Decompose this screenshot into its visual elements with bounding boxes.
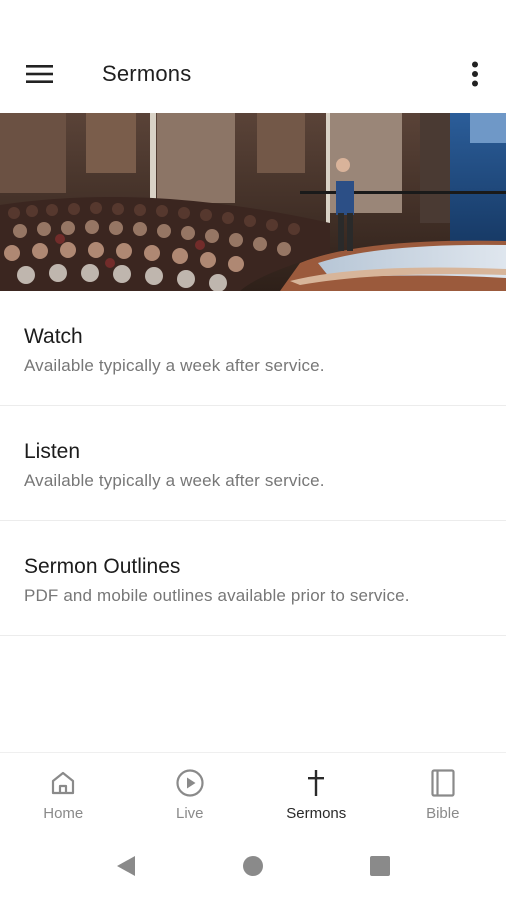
nav-label-bible: Bible bbox=[426, 805, 460, 822]
nav-label-sermons: Sermons bbox=[286, 805, 347, 822]
list-item-title: Listen bbox=[24, 440, 81, 463]
list-item-title: Watch bbox=[24, 325, 83, 348]
list-item-subtitle: Available typically a week after service… bbox=[24, 356, 325, 375]
back-triangle-icon bbox=[117, 856, 135, 876]
list-item-listen[interactable]: Listen Available typically a week after … bbox=[0, 406, 506, 521]
more-options-button[interactable] bbox=[452, 52, 498, 96]
nav-item-bible[interactable]: Bible bbox=[380, 753, 506, 831]
app-bar: Sermons bbox=[0, 34, 506, 114]
play-circle-icon bbox=[174, 767, 206, 799]
list-item-title: Sermon Outlines bbox=[24, 555, 181, 578]
nav-item-live[interactable]: Live bbox=[127, 753, 254, 831]
nav-item-home[interactable]: Home bbox=[0, 753, 127, 831]
list-item-watch[interactable]: Watch Available typically a week after s… bbox=[0, 291, 506, 406]
hero-image bbox=[0, 113, 506, 291]
nav-item-sermons[interactable]: Sermons bbox=[253, 753, 380, 831]
list-item-sermon-outlines[interactable]: Sermon Outlines PDF and mobile outlines … bbox=[0, 521, 506, 636]
home-icon bbox=[47, 767, 79, 799]
recents-square-icon bbox=[370, 856, 390, 876]
list-item-subtitle: PDF and mobile outlines available prior … bbox=[24, 586, 410, 605]
list-item-subtitle: Available typically a week after service… bbox=[24, 471, 325, 490]
page-title: Sermons bbox=[102, 61, 192, 86]
system-recents-button[interactable] bbox=[360, 850, 400, 882]
home-circle-icon bbox=[243, 856, 263, 876]
system-navigation-bar bbox=[0, 830, 506, 900]
status-bar bbox=[0, 0, 506, 34]
book-icon bbox=[427, 767, 459, 799]
sanctuary-photo bbox=[0, 113, 506, 291]
system-back-button[interactable] bbox=[106, 850, 146, 882]
cross-icon bbox=[300, 767, 332, 799]
nav-label-live: Live bbox=[175, 805, 204, 822]
system-home-button[interactable] bbox=[233, 850, 273, 882]
menu-button[interactable] bbox=[14, 52, 66, 96]
sermon-options-list: Watch Available typically a week after s… bbox=[0, 291, 506, 636]
hamburger-menu-icon bbox=[26, 65, 53, 83]
nav-label-home: Home bbox=[43, 805, 84, 822]
bottom-navigation: Home Live Sermons Bible bbox=[0, 752, 506, 830]
more-vert-icon bbox=[472, 61, 478, 87]
